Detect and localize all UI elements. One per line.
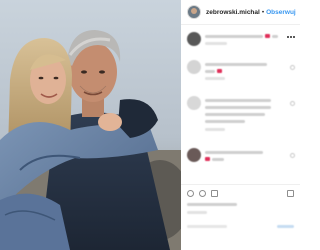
comment-item bbox=[187, 60, 295, 82]
heart-icon[interactable] bbox=[187, 190, 194, 197]
post-header: zebrowski.michal • Obserwuj bbox=[181, 0, 300, 25]
comment-item bbox=[187, 32, 295, 54]
post-actions bbox=[181, 184, 300, 250]
separator-dot: • bbox=[261, 8, 265, 16]
commenter-avatar bbox=[187, 60, 201, 74]
bookmark-icon[interactable] bbox=[287, 190, 294, 197]
comment-item bbox=[187, 148, 295, 170]
like-comment-icon[interactable] bbox=[290, 101, 295, 106]
like-comment-icon[interactable] bbox=[290, 153, 295, 158]
post-photo[interactable] bbox=[0, 0, 181, 250]
header-text: zebrowski.michal • Obserwuj bbox=[206, 9, 296, 16]
profile-avatar[interactable] bbox=[187, 5, 201, 19]
likes-count bbox=[187, 203, 237, 206]
comment-item bbox=[187, 96, 295, 136]
follow-button[interactable]: Obserwuj bbox=[266, 9, 296, 16]
commenter-avatar bbox=[187, 32, 201, 46]
username-link[interactable]: zebrowski.michal bbox=[206, 9, 260, 16]
add-comment-field[interactable] bbox=[187, 225, 227, 228]
like-comment-icon[interactable] bbox=[290, 65, 295, 70]
commenter-avatar bbox=[187, 148, 201, 162]
instagram-post: zebrowski.michal • Obserwuj bbox=[0, 0, 300, 250]
couple-photo bbox=[0, 0, 181, 250]
post-date bbox=[187, 211, 207, 214]
commenter-avatar bbox=[187, 96, 201, 110]
post-sidebar: zebrowski.michal • Obserwuj bbox=[181, 0, 300, 250]
share-icon[interactable] bbox=[211, 190, 218, 197]
comment-icon[interactable] bbox=[199, 190, 206, 197]
publish-button[interactable] bbox=[277, 225, 294, 228]
